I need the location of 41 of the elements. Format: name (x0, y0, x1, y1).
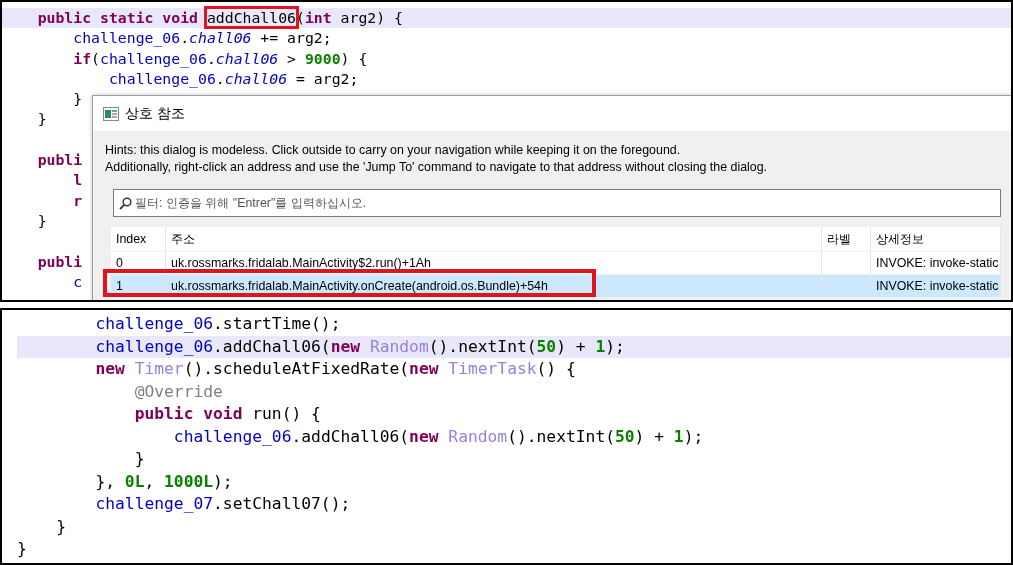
dialog-title: 상호 참조 (125, 104, 185, 123)
code-line: } (36, 109, 47, 130)
code-line: challenge_06.addChall06(new Random().nextInt(50) + 1); (94, 335, 625, 358)
table-cell: uk.rossmarks.fridalab.MainActivity$2.run()+1Ah (166, 252, 822, 274)
code-line: } (72, 89, 83, 110)
table-cell: 0 (111, 252, 166, 274)
table-cell: INVOKE: invoke-static (871, 252, 1001, 274)
table-cell: 1 (111, 275, 166, 297)
code-line: challenge_06.chall06 = arg2; (107, 68, 359, 90)
code-line: challenge_07.setChall07(); (94, 493, 351, 515)
table-cell: uk.rossmarks.fridalab.MainActivity.onCreate(android.os.Bundle)+54h (166, 275, 822, 297)
code-line: challenge_06.chall06 += arg2; (72, 28, 332, 49)
table-row[interactable]: 1 uk.rossmarks.fridalab.MainActivity.onCreate(android.os.Bundle)+54h INVOKE: invoke-static (111, 275, 1001, 298)
code-line: } (36, 210, 47, 231)
table-cell: INVOKE: invoke-static (871, 275, 1001, 297)
column-header[interactable]: 주소 (166, 227, 822, 251)
code-line: publi (36, 251, 83, 272)
code-line: if(challenge_06.chall06 > 9000) { (72, 48, 368, 69)
code-line: public void run() { (133, 403, 321, 425)
search-icon (119, 197, 132, 210)
code-line: challenge_06.addChall06(new Random().nextInt(50) + 1); (172, 425, 704, 448)
code-line: public static void addChall06(int arg2) { (2, 8, 403, 29)
code-line: r (72, 190, 83, 211)
code-line: new Timer().scheduleAtFixedRate(new TimerTask() { (94, 358, 576, 380)
column-header[interactable]: 라벨 (822, 227, 871, 251)
window-icon (103, 106, 119, 121)
filter-field[interactable]: 필터: 인증을 위해 "Entrer"를 입력하십시오. (113, 189, 1001, 217)
column-header[interactable]: 상세정보 (871, 227, 1001, 251)
code-line: @Override (133, 380, 223, 403)
hint-text: Additionally, right-click an address and use the 'Jump To' command to navigate to that address without closing the dialog. (105, 159, 769, 176)
code-line: } (55, 515, 66, 538)
hint-text: Hints: this dialog is modeless. Click outside to carry on your navigation while keeping it on the foregound. (105, 142, 682, 159)
code-line: } (17, 538, 27, 560)
table-row[interactable]: 0 uk.rossmarks.fridalab.MainActivity$2.run()+1Ah INVOKE: invoke-static (111, 252, 1001, 275)
code-line: publi (36, 150, 83, 171)
code-line: c (72, 271, 83, 292)
column-header[interactable]: Index (111, 227, 166, 251)
code-line: l (72, 170, 83, 191)
code-line: } (133, 448, 145, 470)
code-line: challenge_06.startTime(); (94, 313, 341, 335)
code-line: }, 0L, 1000L); (94, 470, 233, 493)
